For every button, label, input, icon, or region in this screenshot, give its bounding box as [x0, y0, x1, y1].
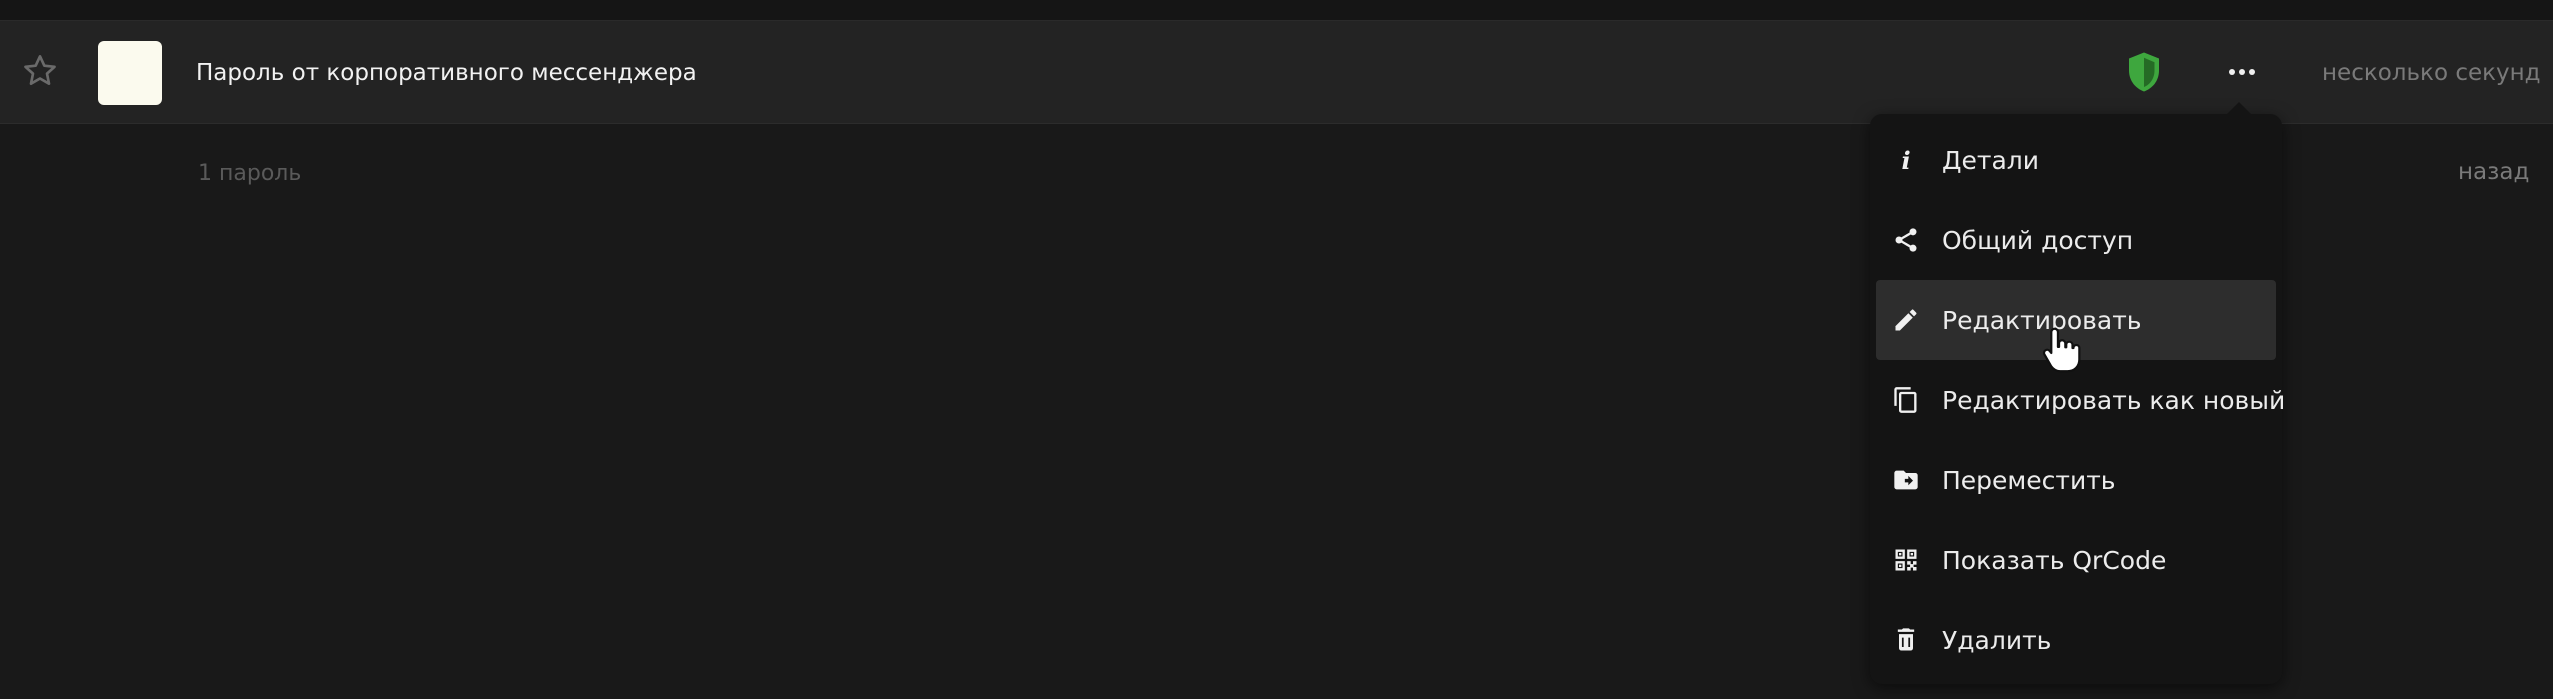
- menu-item-move[interactable]: Переместить: [1876, 440, 2276, 520]
- info-icon: i: [1901, 145, 1911, 175]
- more-horizontal-icon: [2229, 69, 2235, 75]
- copy-icon: [1894, 387, 1917, 413]
- menu-item-label: Удалить: [1942, 625, 2052, 655]
- password-list-row[interactable]: Пароль от корпоративного мессенджера нес…: [0, 21, 2553, 124]
- top-bar: [0, 0, 2553, 21]
- menu-item-label: Детали: [1942, 145, 2040, 175]
- pencil-icon: [1895, 309, 1917, 331]
- menu-item-edit[interactable]: Редактировать: [1876, 280, 2276, 360]
- menu-item-label: Редактировать как новый: [1942, 385, 2286, 415]
- menu-item-delete[interactable]: Удалить: [1876, 600, 2276, 680]
- context-menu: i Детали Общий доступ Редактировать Реда…: [1870, 102, 2285, 684]
- star-outline-icon[interactable]: [20, 51, 60, 91]
- passwords-page: Пароль от корпоративного мессенджера нес…: [0, 0, 2553, 699]
- menu-item-share[interactable]: Общий доступ: [1876, 200, 2276, 280]
- qrcode-icon: [1895, 549, 1917, 571]
- menu-item-edit-as-new[interactable]: Редактировать как новый: [1876, 360, 2285, 440]
- modified-time: несколько секунд: [2322, 60, 2541, 86]
- share-icon: [1895, 228, 1917, 252]
- more-actions-button[interactable]: [2222, 55, 2262, 89]
- folder-move-icon: [1894, 470, 1918, 490]
- site-favicon: [98, 41, 162, 105]
- modified-time-suffix: назад: [2458, 159, 2530, 185]
- menu-item-label: Переместить: [1942, 465, 2116, 495]
- menu-item-label: Общий доступ: [1942, 225, 2134, 255]
- password-title[interactable]: Пароль от корпоративного мессенджера: [196, 53, 697, 93]
- menu-item-details[interactable]: i Детали: [1876, 120, 2276, 200]
- menu-item-show-qrcode[interactable]: Показать QrCode: [1876, 520, 2276, 600]
- password-count: 1 пароль: [198, 161, 302, 186]
- shield-icon: [2129, 52, 2159, 92]
- menu-item-label: Показать QrCode: [1942, 545, 2167, 575]
- trash-icon: [1897, 628, 1915, 651]
- menu-item-label: Редактировать: [1942, 305, 2142, 335]
